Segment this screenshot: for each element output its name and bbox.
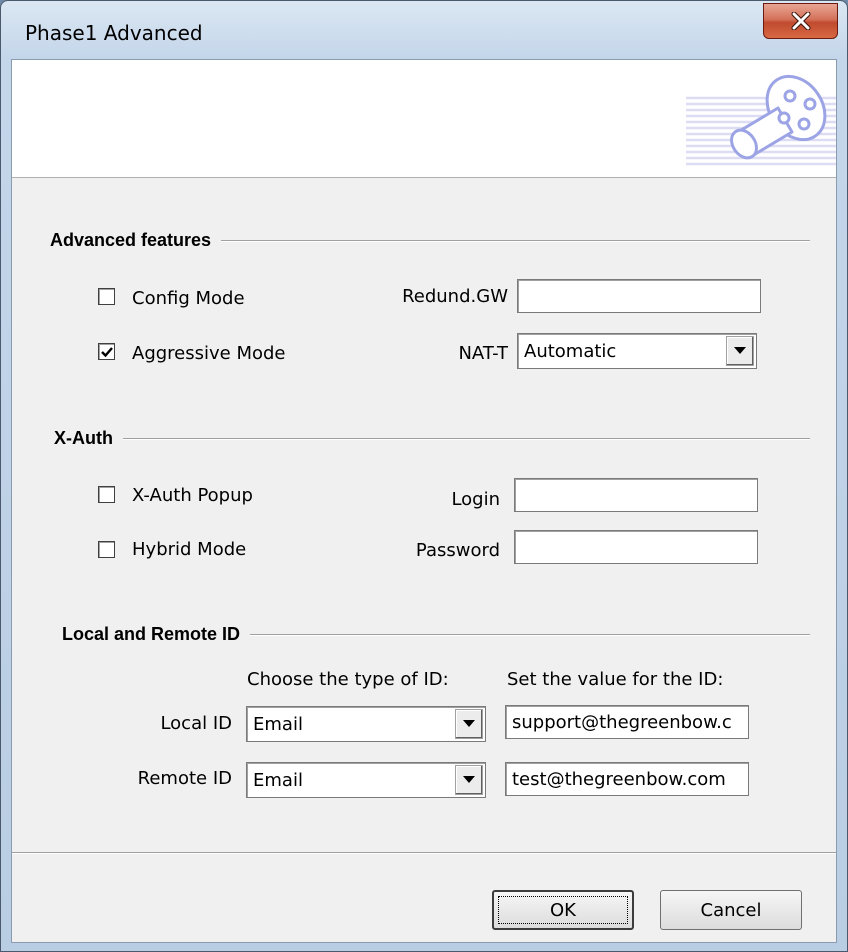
config-mode-label: Config Mode: [132, 288, 245, 309]
aggressive-mode-label: Aggressive Mode: [132, 343, 286, 364]
nat-t-dropdown-button[interactable]: [726, 336, 754, 366]
remote-id-type-value: Email: [253, 770, 303, 791]
window-title: Phase1 Advanced: [25, 21, 203, 45]
chevron-down-icon: [734, 347, 746, 354]
nat-t-value: Automatic: [524, 341, 617, 362]
close-icon: [791, 12, 810, 30]
local-remote-id-section: Local and Remote ID: [62, 624, 810, 645]
nat-t-label: NAT-T: [458, 343, 508, 364]
focus-rect: [498, 896, 628, 924]
nat-t-select[interactable]: Automatic: [517, 333, 757, 369]
close-button[interactable]: [763, 3, 838, 39]
xauth-popup-checkbox[interactable]: [98, 486, 115, 503]
xauth-section: X-Auth: [54, 428, 810, 449]
dialog-window: Phase1 Advanced Advanced features Config…: [0, 0, 848, 952]
id-value-header: Set the value for the ID:: [507, 669, 724, 690]
aggressive-mode-checkbox[interactable]: [98, 343, 115, 360]
remote-id-type-select[interactable]: Email: [246, 762, 486, 798]
ok-button[interactable]: OK: [492, 890, 634, 930]
password-field[interactable]: [514, 530, 758, 564]
checkmark-icon: [101, 347, 113, 358]
footer-divider: [12, 852, 836, 854]
chevron-down-icon: [463, 720, 475, 727]
local-id-label: Local ID: [160, 713, 232, 734]
advanced-features-section: Advanced features: [50, 230, 810, 251]
login-field[interactable]: [514, 478, 758, 512]
password-label: Password: [415, 540, 500, 561]
section-divider: [221, 239, 810, 242]
xauth-popup-label: X-Auth Popup: [132, 485, 253, 506]
section-divider: [122, 437, 810, 440]
section-divider: [250, 633, 810, 636]
redund-gw-field[interactable]: [517, 279, 761, 313]
section-title-xauth: X-Auth: [54, 428, 113, 448]
remote-id-label: Remote ID: [137, 768, 232, 789]
remote-id-value-field[interactable]: test@thegreenbow.com: [505, 762, 749, 796]
local-id-type-value: Email: [253, 714, 303, 735]
remote-id-dropdown-button[interactable]: [455, 765, 483, 795]
tunnel-pipe-logo: [686, 74, 836, 166]
cancel-button[interactable]: Cancel: [660, 890, 802, 930]
redund-gw-label: Redund.GW: [402, 286, 508, 307]
chevron-down-icon: [463, 776, 475, 783]
hybrid-mode-label: Hybrid Mode: [132, 539, 247, 560]
section-title-advanced: Advanced features: [50, 230, 212, 250]
local-id-dropdown-button[interactable]: [455, 709, 483, 739]
config-mode-checkbox[interactable]: [98, 288, 115, 305]
id-type-header: Choose the type of ID:: [247, 669, 449, 690]
hybrid-mode-checkbox[interactable]: [98, 541, 115, 558]
header-banner: [12, 60, 836, 178]
local-id-type-select[interactable]: Email: [246, 706, 486, 742]
cancel-button-label: Cancel: [700, 899, 762, 921]
dialog-client-area: Advanced features Config Mode Aggressive…: [11, 59, 837, 943]
section-title-ids: Local and Remote ID: [62, 624, 241, 644]
local-id-value-field[interactable]: support@thegreenbow.c: [505, 705, 749, 739]
login-label: Login: [451, 489, 500, 510]
title-bar[interactable]: Phase1 Advanced: [1, 1, 847, 61]
